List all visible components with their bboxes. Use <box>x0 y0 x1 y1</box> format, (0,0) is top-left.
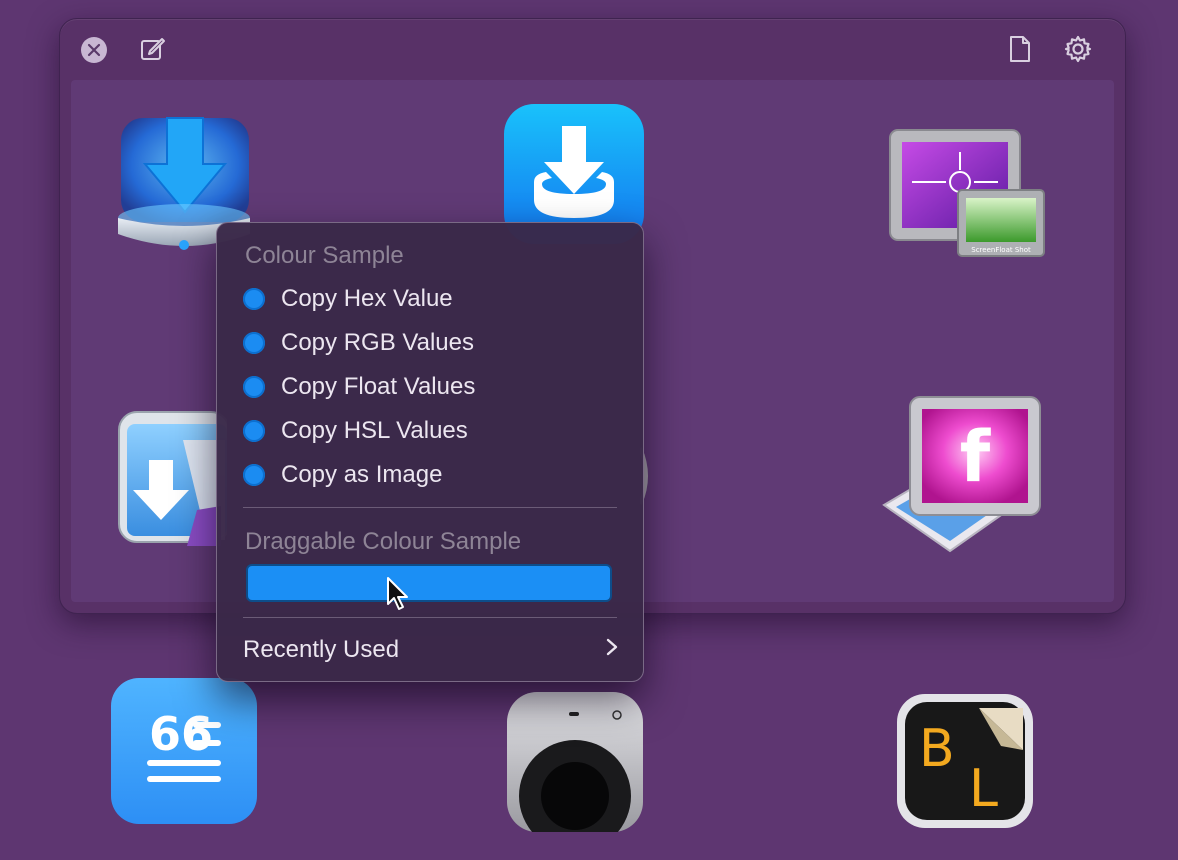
menu-item-label: Recently Used <box>243 636 400 663</box>
svg-text:f: f <box>960 416 992 498</box>
screenfloat-icon[interactable]: ScreenFloat Shot <box>888 128 1048 265</box>
download-app-icon[interactable] <box>117 410 230 551</box>
bl-app-icon[interactable]: B L <box>897 694 1033 833</box>
menu-item-copy-hsl[interactable]: Copy HSL Values <box>243 411 468 451</box>
menu-item-label: Copy Hex Value <box>281 285 453 312</box>
menu-item-label: Copy as Image <box>281 461 443 488</box>
chevron-right-icon <box>605 636 619 664</box>
menu-item-copy-float[interactable]: Copy Float Values <box>243 367 475 407</box>
svg-text:66: 66 <box>149 707 213 761</box>
svg-text:L: L <box>969 759 998 819</box>
radio-icon <box>243 332 265 354</box>
menu-item-label: Copy Float Values <box>281 373 476 400</box>
document-icon[interactable] <box>1006 34 1034 64</box>
menu-item-recently-used[interactable]: Recently Used <box>243 630 619 670</box>
colour-sample-header: Colour Sample <box>245 242 404 269</box>
radio-icon <box>243 420 265 442</box>
draggable-sample-header: Draggable Colour Sample <box>245 528 522 555</box>
menu-item-label: Copy RGB Values <box>281 329 474 356</box>
radio-icon <box>243 376 265 398</box>
menu-item-label: Copy HSL Values <box>281 417 468 444</box>
menu-item-copy-hex[interactable]: Copy Hex Value <box>243 279 453 319</box>
menu-item-copy-image[interactable]: Copy as Image <box>243 455 442 495</box>
radio-icon <box>243 464 265 486</box>
quotes-app-icon[interactable]: 66 <box>111 678 257 829</box>
svg-text:B: B <box>919 719 955 779</box>
menu-item-copy-rgb[interactable]: Copy RGB Values <box>243 323 474 363</box>
radio-icon <box>243 288 265 310</box>
draggable-colour-swatch[interactable] <box>246 564 612 602</box>
compose-icon[interactable] <box>139 35 167 63</box>
menu-separator <box>243 617 617 618</box>
flashcard-hero-icon[interactable]: f <box>880 395 1048 562</box>
apple-tv-remote-icon[interactable] <box>507 692 643 852</box>
colour-sample-context-menu: Colour Sample Copy Hex Value Copy RGB Va… <box>216 222 644 682</box>
gear-icon[interactable] <box>1062 33 1094 65</box>
screenfloat-label: ScreenFloat Shot <box>971 246 1031 254</box>
mouse-cursor-icon <box>386 576 410 617</box>
close-icon[interactable] <box>81 37 107 63</box>
menu-separator <box>243 507 617 508</box>
